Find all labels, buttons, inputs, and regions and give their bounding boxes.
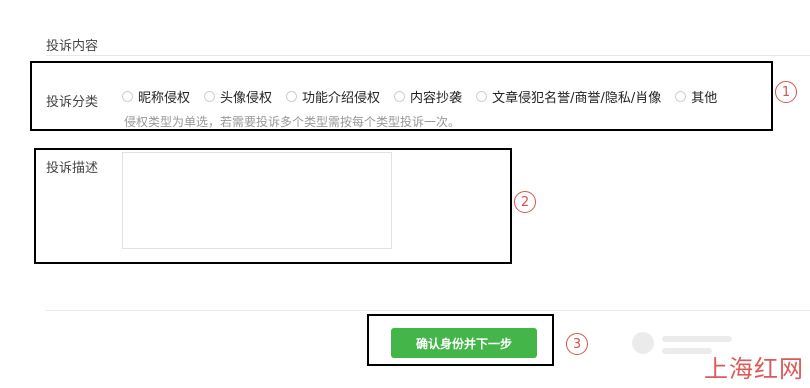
annotation-box-button bbox=[367, 314, 554, 366]
annotation-badge-2: 2 bbox=[514, 191, 536, 213]
annotation-badge-3: 3 bbox=[566, 333, 588, 355]
annotation-badge-1: 1 bbox=[775, 81, 797, 103]
divider-bottom bbox=[46, 310, 810, 311]
section-title: 投诉内容 bbox=[46, 39, 99, 54]
annotation-box-description bbox=[34, 148, 512, 264]
watermark-text: 上海红网 bbox=[704, 355, 804, 383]
annotation-box-category bbox=[30, 61, 773, 131]
divider-top bbox=[46, 55, 810, 56]
